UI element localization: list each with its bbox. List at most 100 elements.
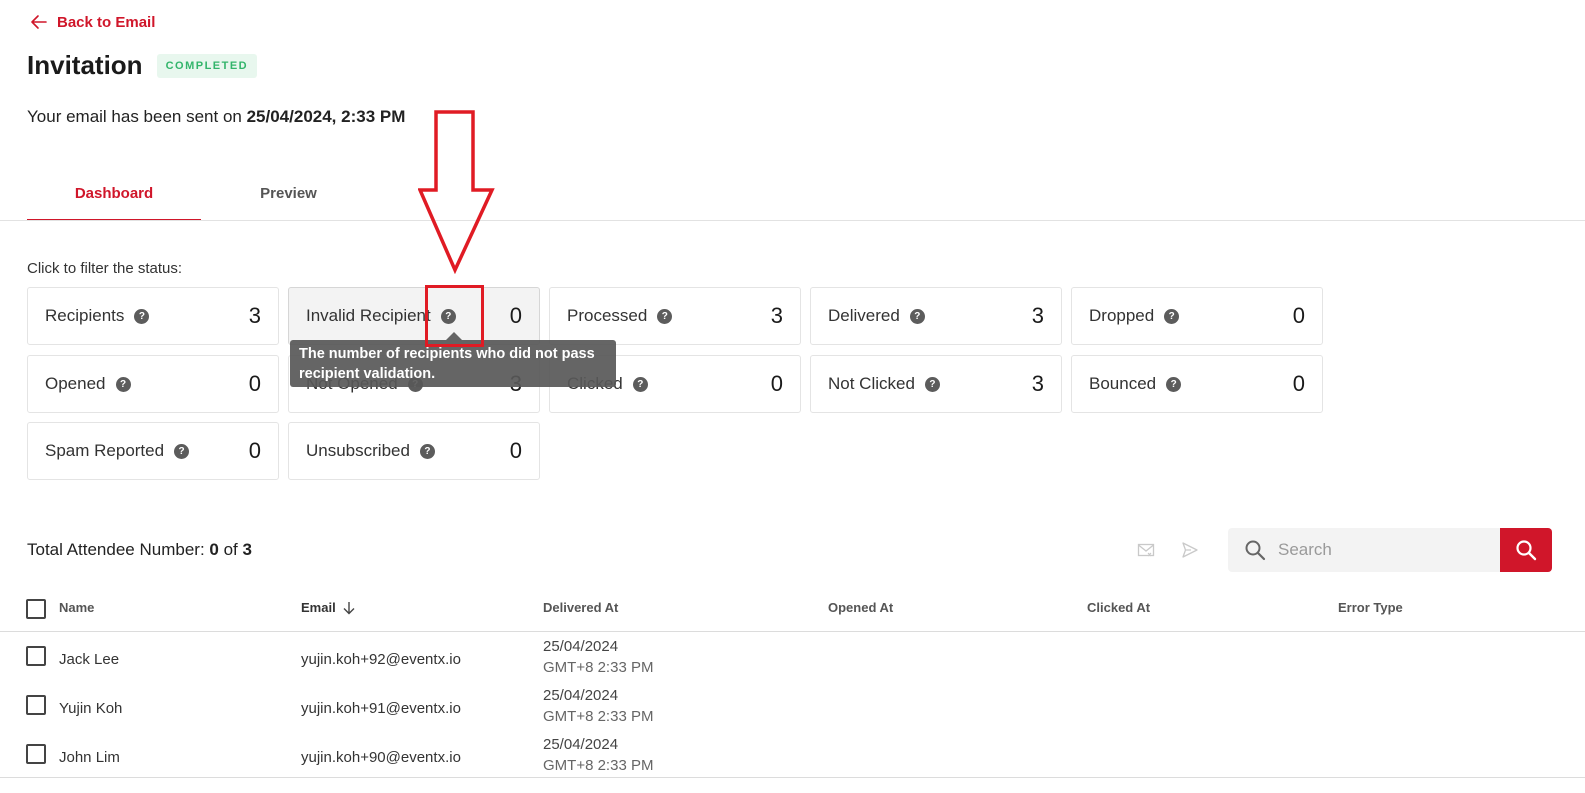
card-label: Opened bbox=[45, 374, 106, 393]
card-count: 0 bbox=[248, 438, 261, 463]
attendee-name: Jack Lee bbox=[59, 651, 120, 668]
help-icon[interactable]: ? bbox=[632, 376, 648, 392]
delivered-time: GMT+8 2:33 PM bbox=[543, 659, 654, 676]
help-icon[interactable]: ? bbox=[909, 308, 925, 324]
total-attendee-number: Total Attendee Number: 0 of 3 bbox=[27, 540, 252, 560]
row-checkbox[interactable] bbox=[26, 744, 46, 764]
arrow-left-icon bbox=[31, 15, 47, 29]
help-icon[interactable]: ? bbox=[419, 443, 435, 459]
tab-preview[interactable]: Preview bbox=[201, 168, 376, 221]
attendee-email: yujin.koh+91@eventx.io bbox=[301, 700, 461, 717]
delivered-at: 25/04/2024 GMT+8 2:33 PM bbox=[543, 636, 653, 678]
tab-dashboard[interactable]: Dashboard bbox=[27, 168, 201, 221]
table-bottom-divider bbox=[0, 777, 1585, 778]
row-checkbox[interactable] bbox=[26, 646, 46, 666]
help-icon[interactable]: ? bbox=[657, 308, 673, 324]
attendee-name: Yujin Koh bbox=[59, 700, 123, 717]
filter-hint: Click to filter the status: bbox=[27, 260, 183, 277]
back-to-email-link[interactable]: Back to Email bbox=[29, 12, 155, 32]
card-count: 3 bbox=[1031, 303, 1044, 328]
sent-prefix: Your email has been sent on bbox=[27, 107, 247, 126]
delivered-at: 25/04/2024 GMT+8 2:33 PM bbox=[543, 734, 653, 776]
page-title: Invitation bbox=[27, 50, 143, 80]
status-card-dropped[interactable]: Dropped? 0 bbox=[1071, 287, 1323, 345]
back-to-email-label: Back to Email bbox=[57, 13, 156, 31]
help-icon[interactable]: ? bbox=[115, 376, 131, 392]
delivered-at: 25/04/2024 GMT+8 2:33 PM bbox=[543, 685, 653, 727]
status-card-spam-reported[interactable]: Spam Reported? 0 bbox=[27, 422, 279, 480]
tabs-divider bbox=[0, 220, 1585, 221]
resend-mail-icon[interactable] bbox=[1137, 541, 1155, 559]
column-header-email-label: Email bbox=[301, 600, 336, 615]
card-count: 0 bbox=[509, 303, 522, 328]
search-box bbox=[1228, 528, 1500, 572]
selected-count: 0 bbox=[209, 540, 219, 559]
help-icon[interactable]: ? bbox=[924, 376, 940, 392]
status-card-bounced[interactable]: Bounced? 0 bbox=[1071, 355, 1323, 413]
sort-down-icon[interactable] bbox=[342, 601, 356, 615]
status-card-recipients[interactable]: Recipients? 3 bbox=[27, 287, 279, 345]
card-count: 0 bbox=[1292, 371, 1305, 396]
attendee-email: yujin.koh+92@eventx.io bbox=[301, 651, 461, 668]
delivered-date: 25/04/2024 bbox=[543, 638, 619, 655]
help-icon[interactable]: ? bbox=[1164, 308, 1180, 324]
status-card-not-clicked[interactable]: Not Clicked? 3 bbox=[810, 355, 1062, 413]
sent-datetime: 25/04/2024, 2:33 PM bbox=[246, 107, 406, 126]
search-button[interactable] bbox=[1500, 528, 1552, 572]
card-count: 0 bbox=[770, 371, 783, 396]
card-label: Delivered bbox=[828, 306, 900, 325]
column-header-clicked-at[interactable]: Clicked At bbox=[1087, 600, 1150, 615]
card-label: Invalid Recipient bbox=[306, 306, 431, 325]
card-label: Not Clicked bbox=[828, 374, 915, 393]
card-count: 0 bbox=[509, 438, 522, 463]
annotation-highlight-box bbox=[425, 285, 484, 347]
delivered-date: 25/04/2024 bbox=[543, 736, 619, 753]
status-card-delivered[interactable]: Delivered? 3 bbox=[810, 287, 1062, 345]
search-icon bbox=[1245, 540, 1266, 561]
card-label: Spam Reported bbox=[45, 441, 165, 460]
card-count: 0 bbox=[248, 371, 261, 396]
column-header-error-type[interactable]: Error Type bbox=[1338, 600, 1403, 615]
column-header-name[interactable]: Name bbox=[59, 600, 94, 615]
status-card-invalid-recipient[interactable]: Invalid Recipient? 0 bbox=[288, 287, 540, 345]
card-count: 0 bbox=[1292, 303, 1305, 328]
select-all-checkbox[interactable] bbox=[26, 599, 46, 619]
sent-info: Your email has been sent on 25/04/2024, … bbox=[27, 107, 405, 127]
card-label: Processed bbox=[567, 306, 648, 325]
column-header-email[interactable]: Email bbox=[301, 600, 356, 615]
column-header-opened-at[interactable]: Opened At bbox=[828, 600, 893, 615]
total-prefix: Total Attendee Number: bbox=[27, 540, 210, 559]
annotation-arrow bbox=[418, 110, 495, 274]
table-row[interactable]: John Lim yujin.koh+90@eventx.io 25/04/20… bbox=[0, 730, 1585, 779]
status-card-processed[interactable]: Processed? 3 bbox=[549, 287, 801, 345]
search-input[interactable] bbox=[1278, 540, 1488, 560]
total-count: 3 bbox=[242, 540, 252, 559]
delivered-date: 25/04/2024 bbox=[543, 687, 619, 704]
card-label: Unsubscribed bbox=[306, 441, 410, 460]
help-icon[interactable]: ? bbox=[134, 308, 150, 324]
card-count: 3 bbox=[248, 303, 261, 328]
attendee-email: yujin.koh+90@eventx.io bbox=[301, 749, 461, 766]
column-header-delivered-at[interactable]: Delivered At bbox=[543, 600, 618, 615]
status-card-opened[interactable]: Opened? 0 bbox=[27, 355, 279, 413]
table-row[interactable]: Yujin Koh yujin.koh+91@eventx.io 25/04/2… bbox=[0, 681, 1585, 730]
title-row: Invitation COMPLETED bbox=[27, 50, 258, 81]
help-icon[interactable]: ? bbox=[174, 443, 190, 459]
help-icon[interactable]: ? bbox=[1166, 376, 1182, 392]
card-label: Bounced bbox=[1089, 374, 1157, 393]
row-checkbox[interactable] bbox=[26, 695, 46, 715]
card-label: Dropped bbox=[1089, 306, 1155, 325]
of-text: of bbox=[218, 540, 243, 559]
status-badge: COMPLETED bbox=[156, 53, 258, 78]
delivered-time: GMT+8 2:33 PM bbox=[543, 708, 654, 725]
table-header: Name Email Delivered At Opened At Clicke… bbox=[0, 588, 1585, 632]
search-icon bbox=[1516, 540, 1537, 561]
status-card-unsubscribed[interactable]: Unsubscribed? 0 bbox=[288, 422, 540, 480]
card-count: 3 bbox=[1031, 371, 1044, 396]
table-row[interactable]: Jack Lee yujin.koh+92@eventx.io 25/04/20… bbox=[0, 632, 1585, 681]
attendee-name: John Lim bbox=[59, 749, 120, 766]
delivered-time: GMT+8 2:33 PM bbox=[543, 757, 654, 774]
help-tooltip: The number of recipients who did not pas… bbox=[290, 340, 616, 387]
card-label: Recipients bbox=[45, 306, 125, 325]
send-icon[interactable] bbox=[1181, 541, 1199, 559]
